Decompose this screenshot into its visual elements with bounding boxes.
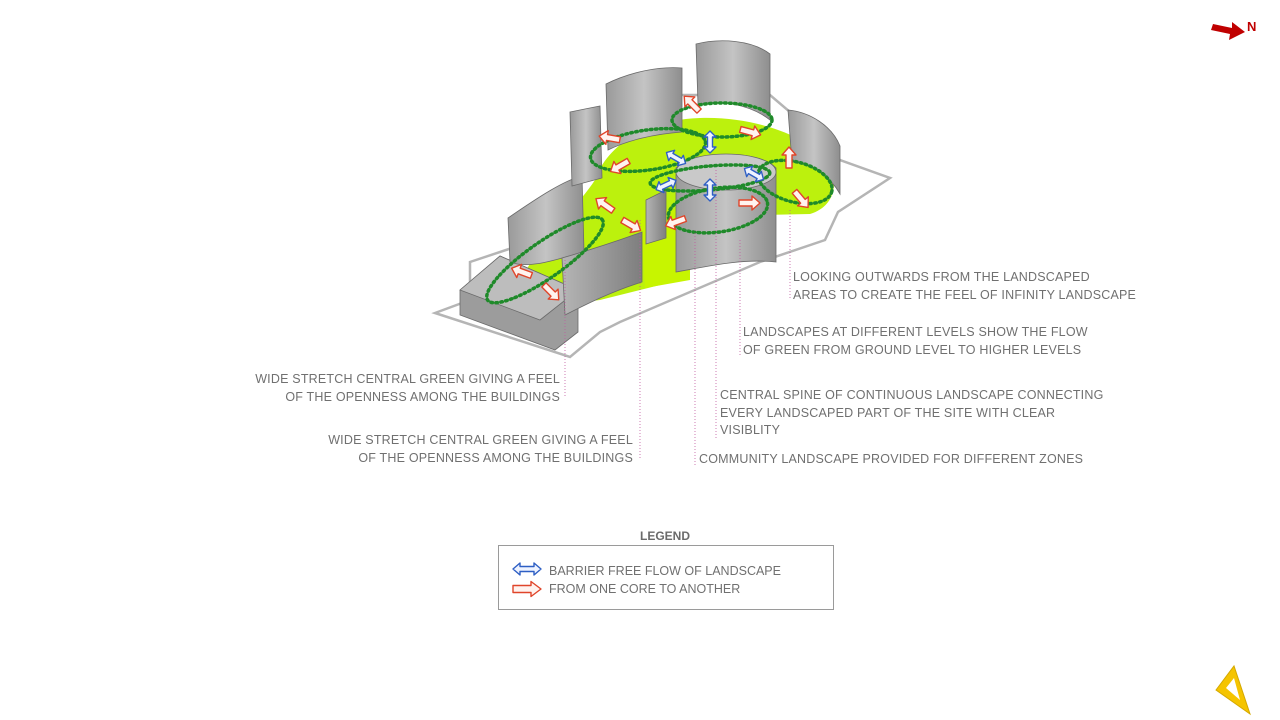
legend-title: LEGEND xyxy=(639,529,690,543)
annotation-central-green-2: WIDE STRETCH CENTRAL GREEN GIVING A FEEL… xyxy=(328,433,633,465)
annotation-community-landscape: COMMUNITY LANDSCAPE PROVIDED FOR DIFFERE… xyxy=(699,452,1084,466)
annotation-central-spine: CENTRAL SPINE OF CONTINUOUS LANDSCAPE CO… xyxy=(720,388,1104,437)
site-landscape-diagram xyxy=(431,22,1251,716)
annotation-landscape-levels: LANDSCAPES AT DIFFERENT LEVELS SHOW THE … xyxy=(743,325,1088,357)
legend-description-text: BARRIER FREE FLOW OF LANDSCAPE FROM ONE … xyxy=(549,564,781,596)
corner-logo-icon xyxy=(1215,664,1251,716)
annotation-infinity-landscape: LOOKING OUTWARDS FROM THE LANDSCAPED ARE… xyxy=(793,270,1137,302)
north-arrow-icon xyxy=(1211,22,1245,40)
north-label: N xyxy=(1247,19,1257,34)
annotation-central-green-1: WIDE STRETCH CENTRAL GREEN GIVING A FEEL… xyxy=(255,372,560,404)
legend-box: BARRIER FREE FLOW OF LANDSCAPE FROM ONE … xyxy=(498,545,834,610)
legend-description: BARRIER FREE FLOW OF LANDSCAPE FROM ONE … xyxy=(549,563,807,598)
red-arrow-icon xyxy=(512,580,542,598)
blue-double-arrow-icon xyxy=(512,562,542,576)
